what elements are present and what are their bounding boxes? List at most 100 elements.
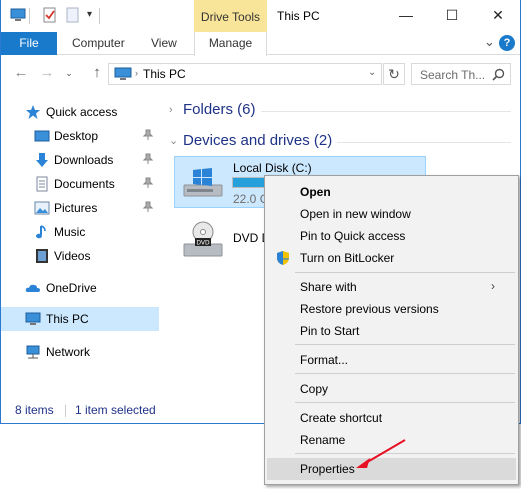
tab-view[interactable]: View	[151, 32, 177, 55]
divider	[337, 142, 511, 143]
sidebar-item-label: Downloads	[54, 153, 114, 167]
status-items-count: 8 items	[15, 403, 54, 417]
back-arrow-icon[interactable]: ←	[11, 63, 31, 83]
menu-item-turn-on-bitlocker[interactable]: Turn on BitLocker	[267, 247, 516, 269]
help-icon[interactable]: ?	[499, 35, 515, 51]
sidebar-item-label: Network	[46, 345, 91, 359]
menu-item-label: Restore previous versions	[300, 302, 439, 316]
pin-icon[interactable]	[143, 153, 153, 165]
this-pc-icon	[114, 67, 132, 80]
menu-item-label: Pin to Quick access	[300, 229, 406, 243]
breadcrumb[interactable]: This PC	[143, 67, 186, 81]
drive-name: Local Disk (C:)	[233, 161, 312, 175]
menu-item-label: Properties	[300, 462, 355, 476]
menu-item-share-with[interactable]: Share with ›	[267, 276, 516, 298]
uac-shield-icon	[277, 251, 289, 265]
maximize-button[interactable]: ☐	[429, 0, 475, 32]
close-button[interactable]: ✕	[475, 0, 520, 32]
menu-item-pin-to-start[interactable]: Pin to Start	[267, 320, 516, 342]
sidebar-item-this-pc[interactable]: This PC	[1, 307, 159, 331]
navigation-pane: Quick access Desktop Downloads Documents	[1, 92, 159, 397]
address-dropdown-icon[interactable]: ⌄	[368, 67, 376, 78]
collapse-ribbon-icon[interactable]: ⌄	[484, 34, 495, 50]
menu-item-restore-previous-versions[interactable]: Restore previous versions	[267, 298, 516, 320]
sidebar-item-label: Music	[54, 225, 86, 239]
sidebar-item-documents[interactable]: Documents	[1, 172, 159, 196]
documents-folder-icon	[36, 176, 48, 192]
menu-item-label: Open in new window	[300, 207, 411, 221]
menu-item-label: Open	[300, 185, 331, 199]
sidebar-item-label: This PC	[46, 312, 89, 326]
pin-icon[interactable]	[143, 177, 153, 189]
this-pc-icon	[10, 8, 26, 21]
menu-item-label: Format...	[300, 353, 349, 367]
menu-separator	[295, 272, 515, 273]
drive-tile-dvd[interactable]: DVD DVD D	[177, 216, 270, 262]
menu-item-label: Rename	[300, 433, 346, 447]
address-bar[interactable]: › This PC ⌄	[108, 63, 382, 85]
navigation-bar: ← → ⌄ ↑ › This PC ⌄ ↻ Search Th...	[1, 56, 520, 92]
divider	[65, 405, 66, 417]
sidebar-item-pictures[interactable]: Pictures	[1, 196, 159, 220]
forward-arrow-icon[interactable]: →	[37, 63, 57, 83]
menu-item-copy[interactable]: Copy	[267, 378, 516, 400]
svg-text:DVD: DVD	[196, 240, 210, 247]
menu-item-label: Turn on BitLocker	[300, 251, 395, 265]
menu-separator	[295, 344, 515, 345]
tab-file[interactable]: File	[1, 32, 57, 55]
menu-item-label: Pin to Start	[300, 324, 360, 338]
divider	[29, 8, 30, 24]
this-pc-icon	[25, 312, 41, 325]
sidebar-item-music[interactable]: Music	[1, 220, 159, 244]
group-header-folders[interactable]: Folders (6)	[183, 101, 256, 118]
menu-item-pin-quick-access[interactable]: Pin to Quick access	[267, 225, 516, 247]
menu-separator	[295, 402, 515, 403]
tab-computer[interactable]: Computer	[72, 32, 125, 55]
menu-item-label: Copy	[300, 382, 329, 396]
sidebar-item-quick-access[interactable]: Quick access	[1, 100, 159, 124]
pin-icon[interactable]	[143, 129, 153, 141]
tab-manage[interactable]: Manage	[194, 32, 267, 56]
desktop-folder-icon	[34, 130, 50, 142]
onedrive-icon	[25, 284, 40, 292]
search-icon	[492, 68, 505, 81]
menu-item-open[interactable]: Open	[267, 181, 516, 203]
sidebar-item-desktop[interactable]: Desktop	[1, 124, 159, 148]
expand-chevron-icon[interactable]: ›	[169, 104, 173, 116]
network-icon	[26, 345, 40, 359]
submenu-chevron-icon: ›	[491, 279, 495, 293]
status-selected: 1 item selected	[75, 403, 156, 417]
pictures-folder-icon	[34, 201, 50, 215]
sidebar-item-label: Videos	[54, 249, 91, 263]
group-header-devices[interactable]: Devices and drives (2)	[183, 132, 332, 149]
refresh-button[interactable]: ↻	[383, 63, 405, 85]
recent-locations-chevron-icon[interactable]: ⌄	[59, 63, 79, 83]
pin-icon[interactable]	[143, 201, 153, 213]
window-title: This PC	[277, 9, 320, 23]
menu-item-create-shortcut[interactable]: Create shortcut	[267, 407, 516, 429]
customize-quick-access-icon[interactable]: ▾	[87, 9, 92, 20]
sidebar-item-downloads[interactable]: Downloads	[1, 148, 159, 172]
menu-item-format[interactable]: Format...	[267, 349, 516, 371]
breadcrumb-chevron-icon[interactable]: ›	[135, 68, 138, 78]
annotation-arrow-icon	[356, 439, 406, 468]
drive-tools-context-tab: Drive Tools	[194, 0, 267, 32]
sidebar-item-onedrive[interactable]: OneDrive	[1, 276, 159, 300]
search-box[interactable]: Search Th...	[411, 63, 511, 85]
divider	[261, 111, 511, 112]
sidebar-item-videos[interactable]: Videos	[1, 244, 159, 268]
title-bar: ▾ Drive Tools This PC — ☐ ✕	[1, 0, 520, 32]
star-icon	[26, 105, 40, 119]
menu-item-open-new-window[interactable]: Open in new window	[267, 203, 516, 225]
properties-icon[interactable]	[42, 7, 58, 23]
new-folder-icon[interactable]	[65, 7, 81, 23]
collapse-chevron-icon[interactable]: ⌄	[169, 134, 178, 147]
windows-drive-icon	[183, 168, 223, 197]
search-input[interactable]: Search Th...	[420, 68, 485, 82]
sidebar-item-network[interactable]: Network	[1, 340, 159, 364]
up-arrow-icon[interactable]: ↑	[87, 63, 107, 83]
divider	[99, 8, 100, 24]
dvd-drive-icon: DVD	[183, 221, 223, 257]
videos-icon	[36, 249, 48, 263]
minimize-button[interactable]: —	[383, 0, 429, 32]
